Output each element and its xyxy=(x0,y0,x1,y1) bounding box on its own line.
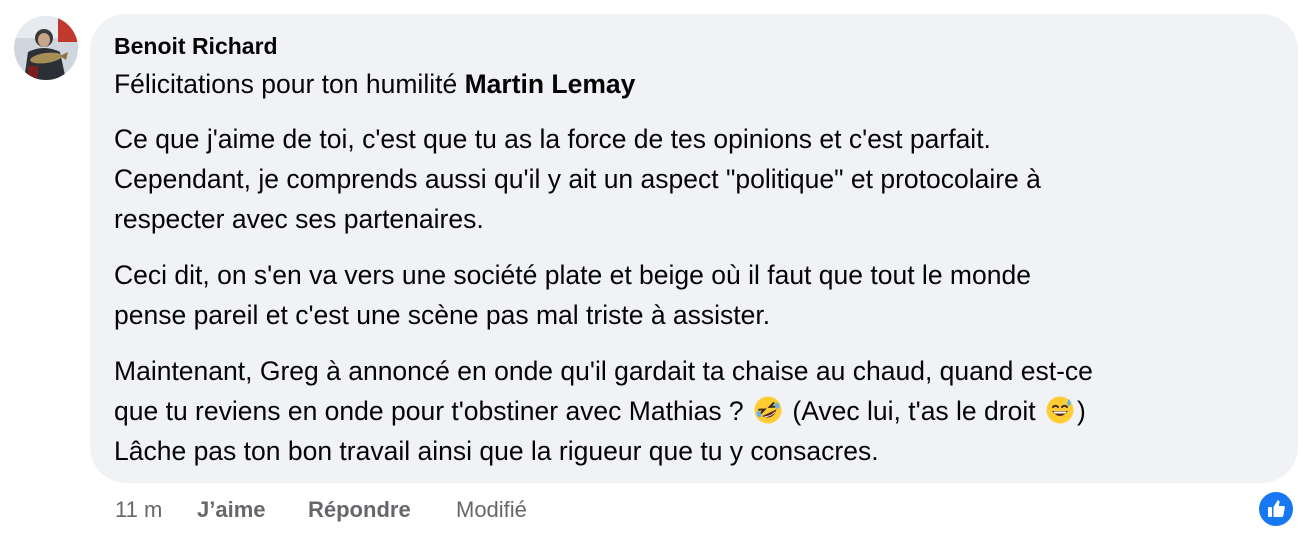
rolling-on-floor-laughing-emoji-icon xyxy=(753,395,783,425)
grinning-sweat-emoji-icon xyxy=(1045,395,1075,425)
intro-text: Félicitations pour ton humilité xyxy=(114,69,465,99)
paragraph-3-line-2c: ) xyxy=(1076,396,1086,426)
author-avatar[interactable] xyxy=(14,16,78,80)
like-button[interactable]: J’aime xyxy=(197,496,266,524)
comment-text: Félicitations pour ton humilité Martin L… xyxy=(114,64,1274,471)
comment-timestamp[interactable]: 11 m xyxy=(115,496,162,524)
paragraph-3-line-2a: que tu reviens en onde pour t'obstiner a… xyxy=(114,396,752,426)
comment-author-name[interactable]: Benoit Richard xyxy=(114,31,278,61)
comment-paragraph-3: Maintenant, Greg à annoncé en onde qu'il… xyxy=(114,351,1274,471)
paragraph-2-line-1: Ceci dit, on s'en va vers une société pl… xyxy=(114,260,1031,290)
paragraph-1-line-1: Ce que j'aime de toi, c'est que tu as la… xyxy=(114,124,991,154)
comment-intro: Félicitations pour ton humilité Martin L… xyxy=(114,64,1274,104)
paragraph-1-line-3: respecter avec ses partenaires. xyxy=(114,204,484,234)
paragraph-3-line-1: Maintenant, Greg à annoncé en onde qu'il… xyxy=(114,356,1093,386)
comment-paragraph-2: Ceci dit, on s'en va vers une société pl… xyxy=(114,255,1274,335)
paragraph-2-line-2: pense pareil et c'est une scène pas mal … xyxy=(114,300,771,330)
paragraph-1-line-2: Cependant, je comprends aussi qu'il y ai… xyxy=(114,164,1041,194)
reply-button[interactable]: Répondre xyxy=(308,496,411,524)
comment-paragraph-1: Ce que j'aime de toi, c'est que tu as la… xyxy=(114,119,1274,239)
paragraph-3-line-3: Lâche pas ton bon travail ainsi que la r… xyxy=(114,436,879,466)
paragraph-3-line-2b: (Avec lui, t'as le droit xyxy=(785,396,1043,426)
mention-link[interactable]: Martin Lemay xyxy=(465,69,636,99)
edited-label[interactable]: Modifié xyxy=(456,496,527,524)
thumbs-up-icon xyxy=(1268,500,1285,517)
like-reaction-badge[interactable] xyxy=(1257,490,1295,528)
